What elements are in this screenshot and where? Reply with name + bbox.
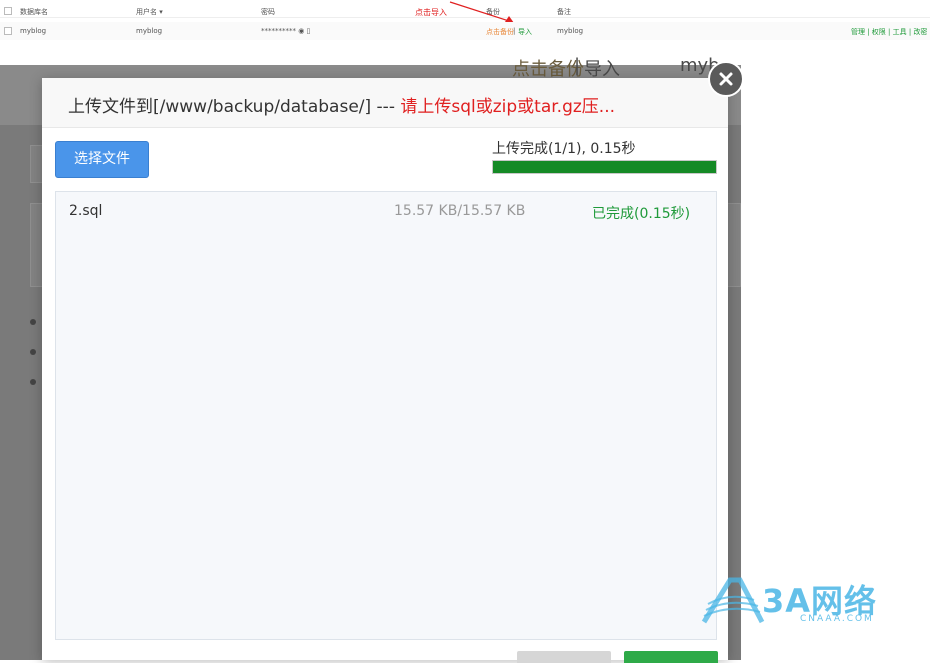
list-item: 2.sql 15.57 KB/15.57 KB 已完成(0.15秒) bbox=[56, 192, 716, 228]
background-bullet bbox=[30, 319, 36, 325]
file-status: 已完成(0.15秒) bbox=[592, 206, 691, 222]
row-note: myblog bbox=[557, 27, 584, 35]
row-username: myblog bbox=[136, 27, 163, 35]
wave-logo-icon bbox=[701, 577, 765, 624]
row-checkbox[interactable] bbox=[4, 27, 12, 35]
choose-file-button[interactable]: 选择文件 bbox=[55, 141, 149, 178]
file-size: 15.57 KB/15.57 KB bbox=[394, 203, 526, 219]
background-separator: | bbox=[574, 55, 581, 76]
table-row: myblog myblog ********** ◉ ▯ 点击备份 | 导入 m… bbox=[0, 22, 930, 40]
dialog-title: 上传文件到[/www/backup/database/] --- 请上传sql或… bbox=[68, 92, 615, 117]
background-bullet bbox=[30, 349, 36, 355]
header-password: 密码 bbox=[261, 8, 275, 16]
watermark-logo: 3A网络 CNAAA.COM bbox=[700, 572, 905, 632]
upload-progress-bar bbox=[492, 160, 717, 174]
database-table-strip: 数据库名 用户名 ▾ 密码 点击导入 备份 备注 myblog myblog *… bbox=[0, 0, 930, 42]
start-upload-button[interactable] bbox=[624, 651, 718, 663]
row-import-link[interactable]: 导入 bbox=[518, 27, 532, 37]
import-annotation: 点击导入 bbox=[415, 8, 447, 17]
close-dialog-button[interactable] bbox=[517, 651, 611, 663]
background-bullet bbox=[30, 379, 36, 385]
row-separator: | bbox=[513, 27, 516, 35]
dialog-title-path: 上传文件到[/www/backup/database/] --- bbox=[68, 97, 401, 117]
header-note: 备注 bbox=[557, 8, 571, 16]
watermark-domain: CNAAA.COM bbox=[800, 614, 874, 624]
dialog-header: 上传文件到[/www/backup/database/] --- 请上传sql或… bbox=[42, 78, 728, 128]
upload-dialog: 上传文件到[/www/backup/database/] --- 请上传sql或… bbox=[42, 78, 728, 663]
close-icon[interactable] bbox=[708, 61, 744, 97]
row-password[interactable]: ********** ◉ ▯ bbox=[261, 27, 310, 35]
file-list: 2.sql 15.57 KB/15.57 KB 已完成(0.15秒) bbox=[55, 191, 717, 640]
row-db-name: myblog bbox=[20, 27, 47, 35]
header-db-name: 数据库名 bbox=[20, 8, 48, 16]
row-backup-link[interactable]: 点击备份 bbox=[486, 27, 514, 37]
upload-progress-text: 上传完成(1/1), 0.15秒 bbox=[492, 141, 636, 157]
header-username[interactable]: 用户名 ▾ bbox=[136, 7, 163, 17]
dialog-title-hint: 请上传sql或zip或tar.gz压... bbox=[400, 97, 616, 117]
upload-progress-fill bbox=[493, 161, 716, 173]
file-name: 2.sql bbox=[69, 203, 103, 219]
row-actions[interactable]: 管理 | 权限 | 工具 | 改密 bbox=[851, 27, 927, 37]
select-all-checkbox[interactable] bbox=[4, 7, 12, 15]
